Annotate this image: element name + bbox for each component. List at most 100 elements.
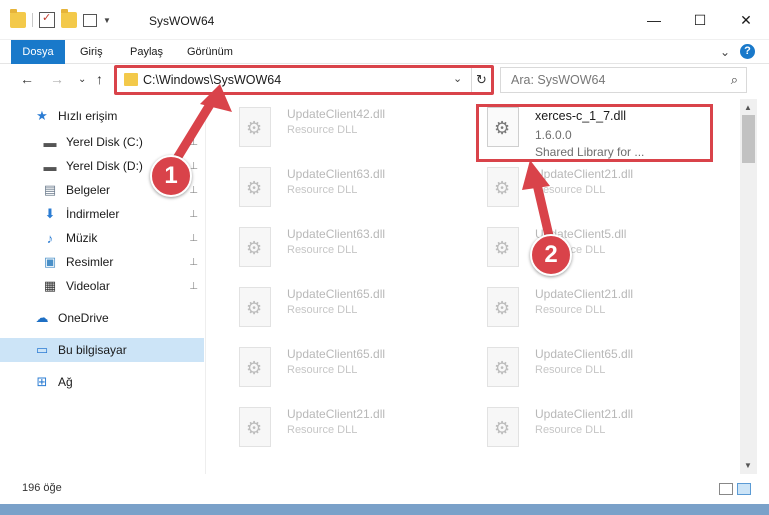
address-highlight-box <box>114 65 494 95</box>
close-button[interactable]: ✕ <box>723 0 769 40</box>
tab-home[interactable]: Giriş <box>80 40 103 64</box>
up-arrow-icon[interactable]: ↑ <box>96 71 103 87</box>
file-tile[interactable]: UpdateClient63.dll Resource DLL <box>217 159 447 211</box>
sidebar-item-label: Bu bilgisayar <box>58 343 127 357</box>
details-view-icon[interactable] <box>719 483 733 495</box>
properties-icon[interactable] <box>39 11 55 28</box>
scroll-down-icon[interactable]: ▼ <box>744 461 752 470</box>
file-name: UpdateClient21.dll <box>535 167 634 181</box>
sidebar-item[interactable]: ⬇ İndirmeler ⊥ <box>0 202 204 226</box>
maximize-button[interactable]: ☐ <box>677 0 723 40</box>
sidebar-item[interactable]: ☁ OneDrive <box>0 306 204 330</box>
file-description: Resource DLL <box>287 364 358 376</box>
step-badge-1: 1 <box>150 155 192 197</box>
search-box[interactable]: Ara: SysWOW64 ⌕ <box>500 67 747 93</box>
sidebar-item[interactable]: ⊞ Ağ <box>0 370 204 394</box>
pin-icon[interactable]: ⊥ <box>189 281 198 292</box>
file-name: UpdateClient42.dll <box>287 107 386 121</box>
customize-toolbar-dropdown-icon[interactable]: ▼ <box>103 16 111 25</box>
search-icon[interactable]: ⌕ <box>731 72 738 88</box>
file-tile[interactable]: UpdateClient21.dll Resource DLL <box>465 159 695 211</box>
help-icon[interactable]: ? <box>740 44 755 59</box>
search-input[interactable]: Ara: SysWOW64 <box>511 73 605 87</box>
sidebar-item-label: OneDrive <box>58 311 109 325</box>
computer-icon: ▭ <box>35 342 49 357</box>
step-badge-2: 2 <box>530 234 572 276</box>
file-description: Resource DLL <box>287 304 358 316</box>
tab-share[interactable]: Paylaş <box>130 40 163 64</box>
dll-file-icon <box>487 227 519 267</box>
file-name: UpdateClient65.dll <box>287 347 386 361</box>
file-tile[interactable]: UpdateClient42.dll Resource DLL <box>217 99 447 151</box>
window-title: SysWOW64 <box>149 14 215 28</box>
pin-icon[interactable]: ⊥ <box>189 209 198 220</box>
file-highlight-box <box>476 104 713 162</box>
folder-icon[interactable] <box>10 9 26 28</box>
file-tile[interactable]: UpdateClient21.dll Resource DLL <box>465 279 695 331</box>
file-description: Resource DLL <box>287 124 358 136</box>
file-name: UpdateClient21.dll <box>535 287 634 301</box>
item-count: 196 öğe <box>22 482 62 494</box>
file-name: UpdateClient21.dll <box>287 407 386 421</box>
expand-ribbon-icon[interactable]: ⌄ <box>720 45 730 59</box>
network-icon: ⊞ <box>36 374 48 389</box>
cloud-icon: ☁ <box>35 310 49 325</box>
star-icon: ★ <box>36 108 48 123</box>
scroll-thumb[interactable] <box>742 115 755 163</box>
minimize-button[interactable]: — <box>631 0 677 40</box>
quick-access-toolbar: ▼ <box>10 9 111 28</box>
file-tile[interactable]: UpdateClient21.dll Resource DLL <box>465 399 695 451</box>
sidebar-item[interactable]: ▦ Videolar ⊥ <box>0 274 204 298</box>
download-icon: ⬇ <box>44 206 56 221</box>
sidebar-item[interactable]: ★ Hızlı erişim <box>0 104 204 128</box>
dll-file-icon <box>239 347 271 387</box>
file-tile[interactable]: UpdateClient65.dll Resource DLL <box>217 279 447 331</box>
file-tile[interactable]: UpdateClient63.dll Resource DLL <box>217 219 447 271</box>
pin-icon[interactable]: ⊥ <box>189 137 198 148</box>
pin-icon[interactable]: ⊥ <box>189 233 198 244</box>
scroll-up-icon[interactable]: ▲ <box>744 103 752 112</box>
forward-arrow-icon[interactable]: → <box>50 71 64 87</box>
recent-locations-icon[interactable]: ⌄ <box>78 74 86 85</box>
tiles-view-icon[interactable] <box>737 483 751 495</box>
pin-icon[interactable]: ⊥ <box>189 257 198 268</box>
desktop-background-strip <box>0 504 769 515</box>
sidebar-item[interactable]: ▭ Bu bilgisayar <box>0 338 204 362</box>
sidebar-item[interactable]: ▣ Resimler ⊥ <box>0 250 204 274</box>
back-arrow-icon[interactable]: ← <box>20 71 34 87</box>
view-icon[interactable] <box>83 13 97 27</box>
file-tile[interactable]: UpdateClient65.dll Resource DLL <box>217 339 447 391</box>
file-description: Resource DLL <box>535 364 606 376</box>
file-tile[interactable]: UpdateClient5.dllResource DLL <box>465 219 695 271</box>
sidebar-item-label: Ağ <box>58 375 73 389</box>
file-description: Resource DLL <box>287 424 358 436</box>
dll-file-icon <box>239 167 271 207</box>
dll-file-icon <box>487 347 519 387</box>
music-icon: ♪ <box>46 230 54 246</box>
pictures-icon: ▣ <box>43 254 57 269</box>
dll-file-icon <box>487 287 519 327</box>
view-toggle <box>719 483 751 495</box>
file-tile[interactable]: UpdateClient21.dll Resource DLL <box>217 399 447 451</box>
tab-view[interactable]: Görünüm <box>187 40 233 64</box>
sidebar-item-label: İndirmeler <box>66 207 120 221</box>
documents-icon: ▤ <box>43 182 57 197</box>
vertical-scrollbar[interactable]: ▲ ▼ <box>740 99 757 474</box>
tab-file[interactable]: Dosya <box>11 40 65 64</box>
dll-file-icon <box>239 287 271 327</box>
pin-icon[interactable]: ⊥ <box>189 185 198 196</box>
dll-file-icon <box>239 107 271 147</box>
divider <box>32 13 33 27</box>
videos-icon: ▦ <box>43 278 57 293</box>
sidebar-item[interactable]: ♪ Müzik ⊥ <box>0 226 204 250</box>
file-name: UpdateClient21.dll <box>535 407 634 421</box>
file-name: UpdateClient65.dll <box>287 287 386 301</box>
file-name: UpdateClient63.dll <box>287 167 386 181</box>
sidebar-item[interactable]: ▬ Yerel Disk (C:) ⊥ <box>0 130 204 154</box>
dll-file-icon <box>487 407 519 447</box>
sidebar-item-label: Hızlı erişim <box>58 109 118 123</box>
sidebar-item-label: Yerel Disk (D:) <box>66 159 143 173</box>
new-folder-icon[interactable] <box>61 9 77 28</box>
file-tile[interactable]: UpdateClient65.dll Resource DLL <box>465 339 695 391</box>
file-name: UpdateClient63.dll <box>287 227 386 241</box>
